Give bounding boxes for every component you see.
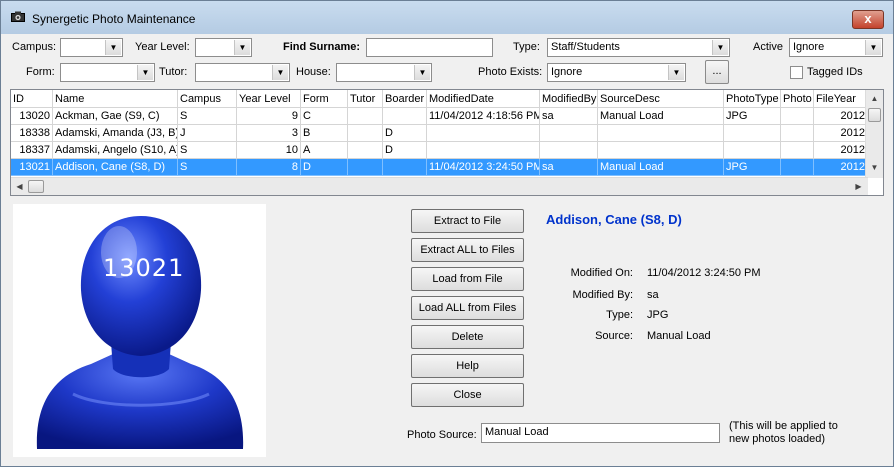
grid-horizontal-scrollbar[interactable]: ◀ ▶ [11,177,868,195]
campus-label: Campus: [12,41,57,53]
chevron-down-icon: ▼ [272,65,288,80]
photo-source-input[interactable]: Manual Load [481,423,720,443]
modified-on-value: 11/04/2012 3:24:50 PM [647,267,761,279]
table-row-selected[interactable]: 13021 Addison, Cane (S8, D) S 8 D 11/04/… [11,159,868,176]
photo-exists-combo[interactable]: Ignore ▼ [547,63,686,82]
modified-on-label: Modified On: [570,267,633,279]
chevron-down-icon: ▼ [234,40,250,55]
photo-preview: 13021 [13,204,266,457]
house-label: House: [296,66,331,78]
column-header-modified-by[interactable]: ModifiedBy [540,90,598,108]
find-surname-input[interactable] [366,38,493,57]
column-header-form[interactable]: Form [301,90,348,108]
column-header-modified-date[interactable]: ModifiedDate [427,90,540,108]
photo-exists-label: Photo Exists: [478,66,543,78]
column-header-file-year[interactable]: FileYear [814,90,868,108]
column-header-id[interactable]: ID [11,90,53,108]
type-detail-value: JPG [647,309,669,321]
tutor-combo[interactable]: ▼ [195,63,290,82]
title-bar: Synergetic Photo Maintenance x [1,1,893,34]
column-header-campus[interactable]: Campus [178,90,237,108]
load-all-from-files-button[interactable]: Load ALL from Files [411,296,524,320]
tagged-ids-checkbox[interactable] [790,66,803,79]
chevron-down-icon: ▼ [865,40,881,55]
grid-vertical-scrollbar[interactable]: ▲ ▼ [865,90,883,178]
window-title: Synergetic Photo Maintenance [32,12,196,26]
app-window: Synergetic Photo Maintenance x Campus: ▼… [0,0,894,467]
form-label: Form: [26,66,55,78]
column-header-year-level[interactable]: Year Level [237,90,301,108]
horizontal-scroll-thumb[interactable] [28,180,44,193]
person-avatar-icon [36,216,244,449]
year-level-label: Year Level: [135,41,190,53]
client-area: Campus: ▼ Year Level: ▼ Find Surname: Ty… [8,34,886,460]
chevron-down-icon: ▼ [414,65,430,80]
column-header-name[interactable]: Name [53,90,178,108]
close-button[interactable]: Close [411,383,524,407]
column-header-tutor[interactable]: Tutor [348,90,383,108]
table-row[interactable]: 18337 Adamski, Angelo (S10, A) S 10 A D … [11,142,868,159]
column-header-boarder[interactable]: Boarder [383,90,427,108]
selected-person-name: Addison, Cane (S8, D) [546,212,682,227]
find-surname-label: Find Surname: [283,41,361,53]
scroll-up-icon[interactable]: ▲ [867,91,882,106]
photo-source-label: Photo Source: [407,429,477,441]
load-from-file-button[interactable]: Load from File [411,267,524,291]
photo-grid[interactable]: ID Name Campus Year Level Form Tutor Boa… [10,89,884,196]
photo-source-note-line-1: (This will be applied to [729,420,838,432]
column-header-photo-type[interactable]: PhotoType [724,90,781,108]
modified-by-label: Modified By: [572,289,633,301]
column-header-source-desc[interactable]: SourceDesc [598,90,724,108]
table-row[interactable]: 13020 Ackman, Gae (S9, C) S 9 C 11/04/20… [11,108,868,125]
type-label: Type: [513,41,540,53]
type-combo[interactable]: Staff/Students ▼ [547,38,730,57]
year-level-combo[interactable]: ▼ [195,38,252,57]
chevron-down-icon: ▼ [105,40,121,55]
table-row[interactable]: 18338 Adamski, Amanda (J3, B) J 3 B D 20… [11,125,868,142]
house-combo[interactable]: ▼ [336,63,432,82]
column-header-photo[interactable]: Photo [781,90,814,108]
campus-combo[interactable]: ▼ [60,38,123,57]
scroll-down-icon[interactable]: ▼ [867,160,882,175]
delete-button[interactable]: Delete [411,325,524,349]
browse-button[interactable]: ... [705,60,729,84]
photo-id-overlay: 13021 [103,254,185,282]
help-button[interactable]: Help [411,354,524,378]
active-label: Active [753,41,783,53]
scroll-left-icon[interactable]: ◀ [12,179,27,194]
chevron-down-icon: ▼ [712,40,728,55]
window-close-button[interactable]: x [852,10,884,29]
scroll-right-icon[interactable]: ▶ [851,179,866,194]
type-detail-label: Type: [606,309,633,321]
source-value: Manual Load [647,330,711,342]
source-label: Source: [595,330,633,342]
chevron-down-icon: ▼ [668,65,684,80]
extract-to-file-button[interactable]: Extract to File [411,209,524,233]
modified-by-value: sa [647,289,659,301]
active-combo[interactable]: Ignore ▼ [789,38,883,57]
form-combo[interactable]: ▼ [60,63,155,82]
tutor-label: Tutor: [159,66,188,78]
tagged-ids-label: Tagged IDs [807,66,863,78]
extract-all-to-files-button[interactable]: Extract ALL to Files [411,238,524,262]
photo-source-note-line-2: new photos loaded) [729,433,826,445]
chevron-down-icon: ▼ [137,65,153,80]
camera-icon [11,11,25,22]
vertical-scroll-thumb[interactable] [868,108,881,122]
